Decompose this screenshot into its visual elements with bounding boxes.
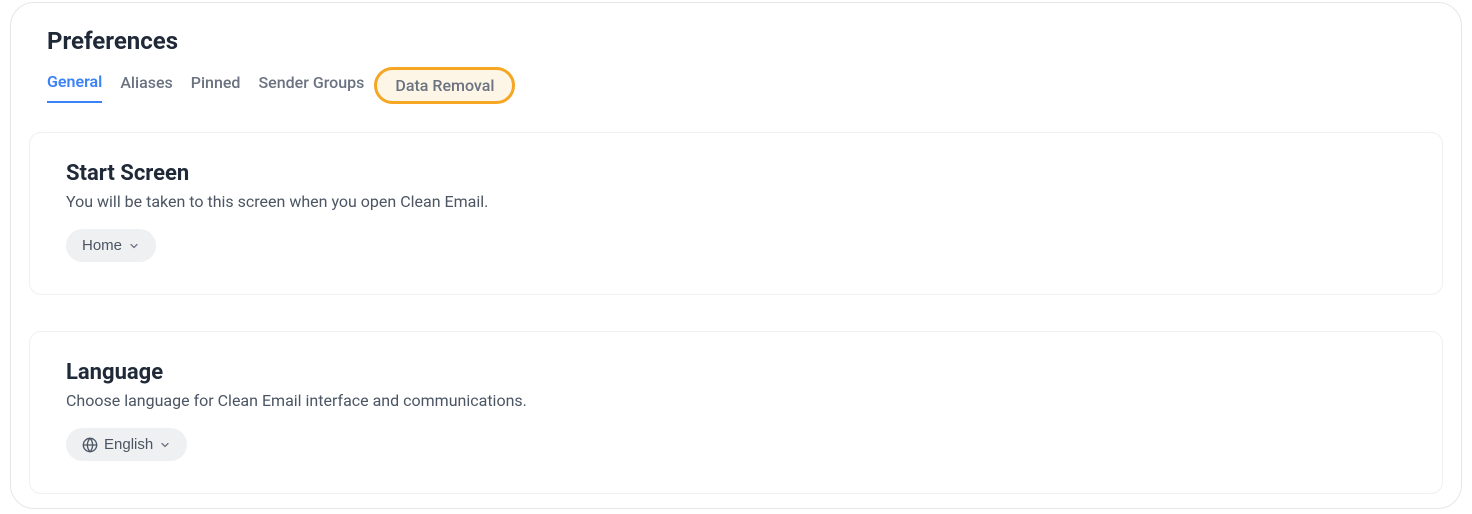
start-screen-dropdown[interactable]: Home xyxy=(66,229,156,262)
language-selected: English xyxy=(104,436,153,453)
preferences-page: Preferences General Aliases Pinned Sende… xyxy=(10,2,1462,509)
tab-pinned[interactable]: Pinned xyxy=(191,73,241,102)
language-card: Language Choose language for Clean Email… xyxy=(29,331,1443,494)
tab-data-removal-highlight: Data Removal xyxy=(374,67,515,108)
chevron-down-icon xyxy=(128,240,140,252)
start-screen-selected: Home xyxy=(82,237,122,254)
tabs: General Aliases Pinned Sender Groups Dat… xyxy=(47,67,1425,108)
tab-general[interactable]: General xyxy=(47,72,102,103)
start-screen-title: Start Screen xyxy=(66,161,1406,186)
chevron-down-icon xyxy=(159,439,171,451)
language-description: Choose language for Clean Email interfac… xyxy=(66,391,1406,410)
language-dropdown[interactable]: English xyxy=(66,428,187,461)
page-title: Preferences xyxy=(47,27,1425,55)
start-screen-description: You will be taken to this screen when yo… xyxy=(66,192,1406,211)
globe-icon xyxy=(82,437,98,453)
header-area: Preferences General Aliases Pinned Sende… xyxy=(11,27,1461,108)
language-title: Language xyxy=(66,360,1406,385)
tab-sender-groups[interactable]: Sender Groups xyxy=(258,73,364,102)
cards-wrap: Start Screen You will be taken to this s… xyxy=(11,132,1461,494)
tab-aliases[interactable]: Aliases xyxy=(120,73,172,102)
start-screen-card: Start Screen You will be taken to this s… xyxy=(29,132,1443,295)
tab-data-removal[interactable]: Data Removal xyxy=(374,67,515,104)
